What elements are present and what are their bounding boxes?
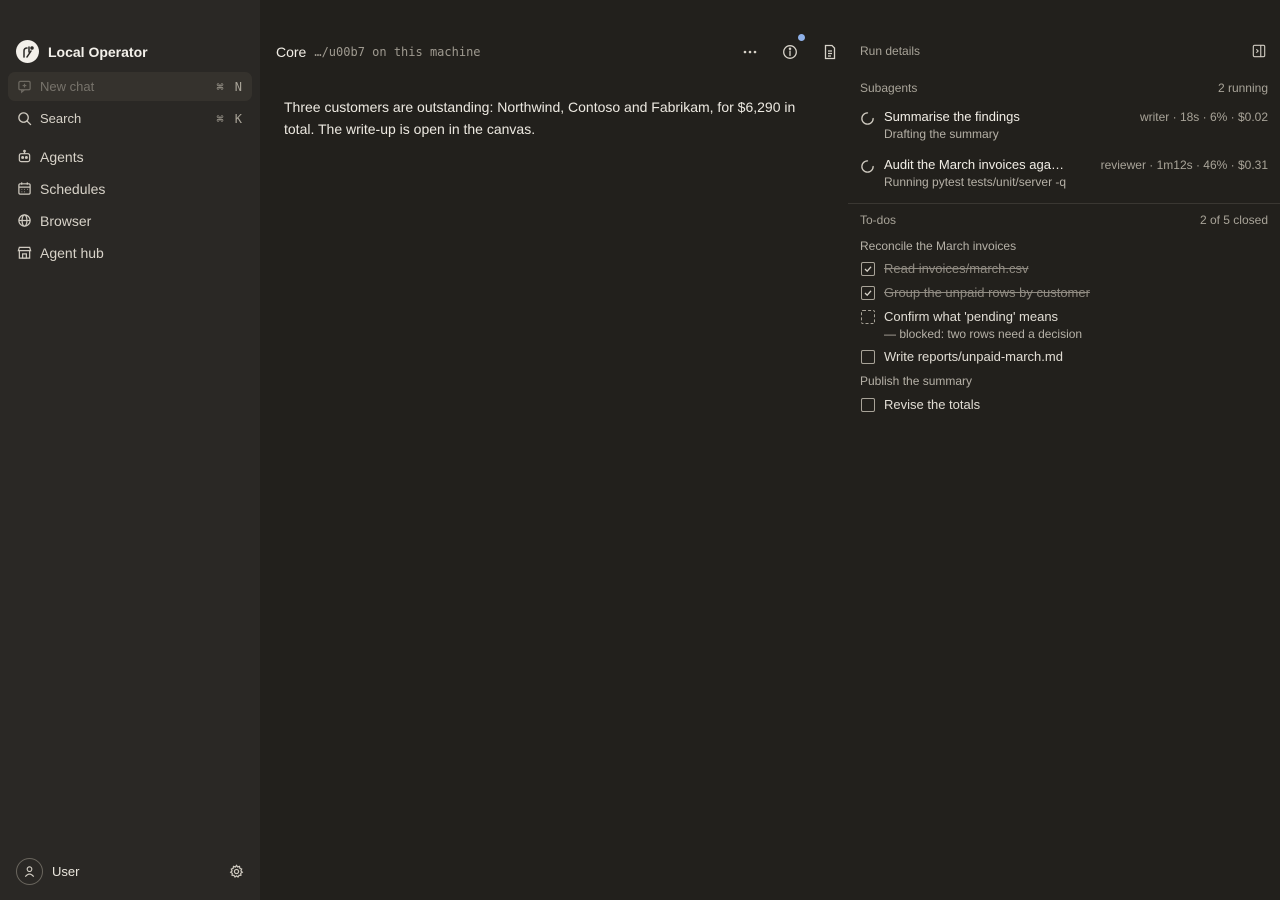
subagent-activity: Running pytest tests/unit/server -q [884, 175, 1067, 189]
sidebar-item-agent-hub[interactable]: Agent hub [8, 238, 252, 267]
todo-group-label: Reconcile the March invoices [860, 239, 1017, 253]
app-root: Local Operator New chat ⌘ N Search ⌘ K A… [0, 0, 1280, 900]
todos-heading: To-dos [860, 213, 897, 227]
todo-text: Revise the totals [884, 397, 981, 412]
page-title: Core [276, 44, 307, 60]
robot-icon [16, 149, 32, 165]
new-chat-label: New chat [40, 79, 95, 94]
info-icon[interactable] [780, 34, 805, 62]
todo-text: Write reports/unpaid-march.md [884, 349, 1063, 364]
subagents-heading: Subagents [860, 81, 918, 95]
assistant-message: Three customers are outstanding: Northwi… [284, 99, 796, 137]
avatar[interactable] [16, 858, 43, 885]
subagents-header: Subagents 2 running [860, 81, 1268, 95]
app-logo-icon [16, 40, 39, 63]
sidebar-item-label: Agent hub [40, 244, 104, 261]
user-name[interactable]: User [52, 864, 219, 879]
chat-pane: Core …/u00b7 on this machine Three custo… [260, 0, 848, 900]
subagent-item[interactable]: Audit the March invoices against the led… [860, 157, 1268, 193]
todo-note: — blocked: two rows need a decision [884, 327, 1083, 341]
app-name: Local Operator [48, 43, 148, 60]
subagent-meta: reviewer · 1m12s · 46% · $0.31 [1100, 158, 1268, 172]
user-menu: User [16, 858, 244, 885]
workspace-path: …/u00b7 on this machine [314, 45, 481, 59]
document-icon[interactable] [820, 42, 840, 62]
search-button[interactable]: Search ⌘ K [8, 104, 252, 133]
header-actions [740, 34, 840, 62]
store-icon [16, 245, 32, 261]
search-icon [16, 111, 32, 127]
sidebar-item-label: Agents [40, 148, 84, 165]
todo-group-label: Publish the summary [860, 374, 973, 388]
panel-title: Run details [860, 44, 921, 58]
gear-icon[interactable] [228, 864, 244, 880]
todos-header: To-dos 2 of 5 closed [860, 213, 1268, 227]
subagent-item[interactable]: Summarise the findings writer · 18s · 6%… [860, 109, 1268, 145]
sidebar-item-schedules[interactable]: Schedules [8, 174, 252, 203]
sidebar-item-label: Schedules [40, 180, 106, 197]
divider [848, 203, 1280, 204]
checkbox-empty-icon[interactable] [861, 398, 875, 412]
spinner-icon [860, 111, 876, 127]
checkbox-checked-icon[interactable] [861, 286, 875, 300]
subagent-meta: writer · 18s · 6% · $0.02 [1139, 110, 1268, 124]
collapse-panel-icon[interactable] [1252, 44, 1268, 60]
run-details-panel: Run details Subagents 2 running Summaris… [848, 0, 1280, 900]
search-shortcut: ⌘ K [216, 111, 244, 126]
todo-text: Group the unpaid rows by customer [884, 285, 1090, 300]
checkbox-blocked-icon[interactable] [861, 310, 875, 324]
new-chat-button[interactable]: New chat ⌘ N [8, 72, 252, 101]
calendar-icon [16, 181, 32, 197]
sidebar: Local Operator New chat ⌘ N Search ⌘ K A… [0, 0, 260, 900]
subagent-activity: Drafting the summary [884, 127, 999, 141]
brand[interactable]: Local Operator [16, 40, 148, 63]
todos-status: 2 of 5 closed [1199, 213, 1268, 227]
sidebar-item-agents[interactable]: Agents [8, 142, 252, 171]
subagent-name: Summarise the findings [884, 109, 1020, 124]
todo-text: Read invoices/march.csv [884, 261, 1029, 276]
todo-text: Confirm what 'pending' means [884, 309, 1059, 324]
spinner-icon [860, 159, 876, 175]
sidebar-item-browser[interactable]: Browser [8, 206, 252, 235]
chat-header: Core …/u00b7 on this machine [276, 34, 840, 64]
globe-icon [16, 213, 32, 229]
new-chat-shortcut: ⌘ N [216, 79, 244, 94]
search-label: Search [40, 111, 82, 126]
checkbox-checked-icon[interactable] [861, 262, 875, 276]
more-options-icon[interactable] [740, 42, 760, 62]
subagent-name: Audit the March invoices against the led… [884, 157, 1064, 172]
sidebar-item-label: Browser [40, 212, 92, 229]
subagents-status: 2 running [1217, 81, 1268, 95]
checkbox-empty-icon[interactable] [861, 350, 875, 364]
new-chat-icon [16, 79, 32, 95]
notification-dot [798, 34, 805, 41]
